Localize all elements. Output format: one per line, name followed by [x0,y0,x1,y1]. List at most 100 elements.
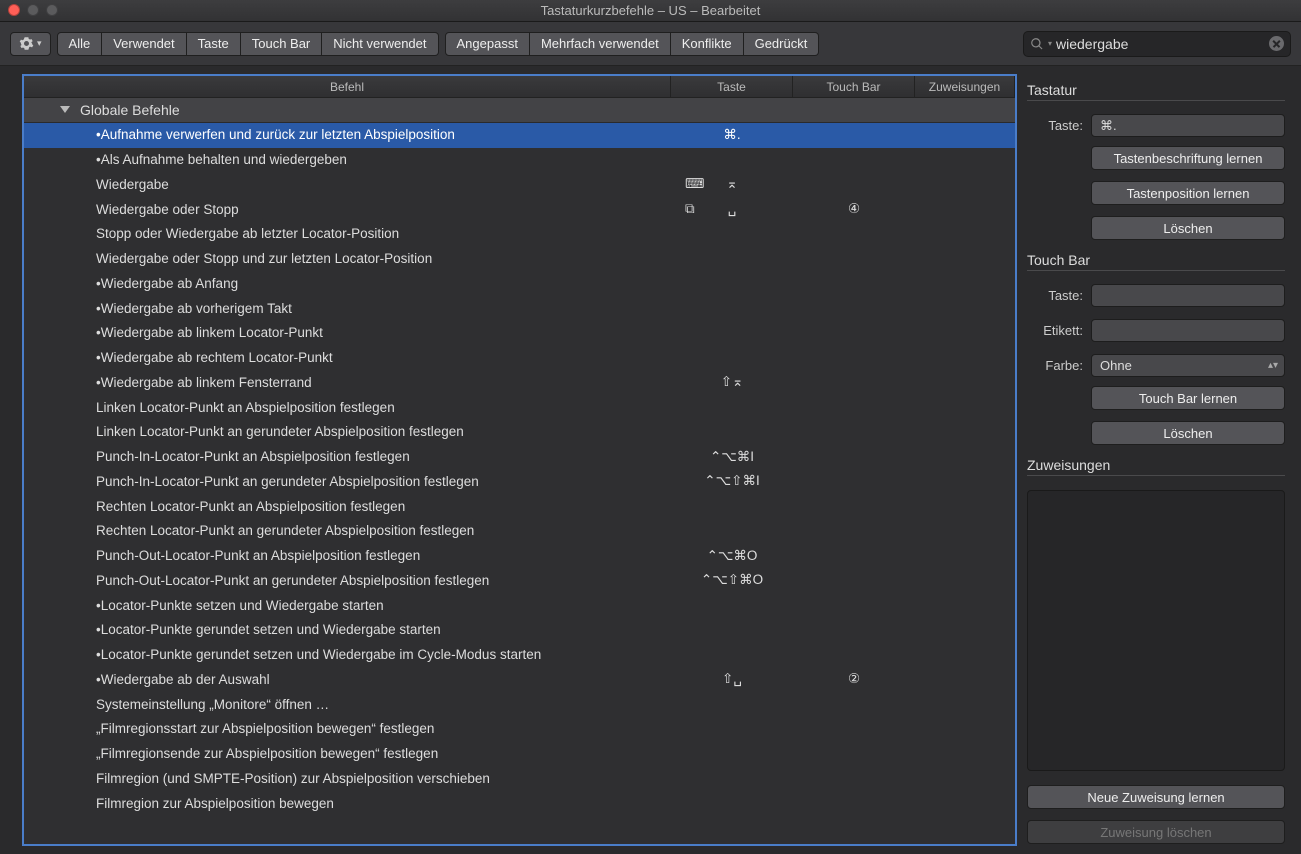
command-row[interactable]: •Locator-Punkte gerundet setzen und Wied… [24,618,1015,643]
command-label: Systemeinstellung „Monitore“ öffnen … [96,697,671,712]
touchbar-etikett-input[interactable] [1091,319,1285,342]
key-cell: ⌃⌥⇧⌘I [671,473,793,489]
touchbar-taste-input[interactable] [1091,284,1285,307]
command-row[interactable]: •Wiedergabe ab rechtem Locator-Punkt [24,346,1015,371]
inspector-panel: Tastatur Taste: ⌘. Tastenbeschriftung le… [1017,66,1301,854]
keyboard-taste-label: Taste: [1027,118,1083,133]
keyboard-taste-input[interactable]: ⌘. [1091,114,1285,137]
disclosure-triangle-icon[interactable] [60,106,70,113]
filter-gedrückt[interactable]: Gedrückt [744,32,820,56]
command-row[interactable]: Rechten Locator-Punkt an gerundeter Absp… [24,519,1015,544]
command-label: •Wiedergabe ab Anfang [96,276,671,291]
filter-angepasst[interactable]: Angepasst [445,32,530,56]
touchbar-taste-label: Taste: [1027,288,1083,303]
command-row[interactable]: Rechten Locator-Punkt an Abspielposition… [24,494,1015,519]
command-label: •Wiedergabe ab rechtem Locator-Punkt [96,350,671,365]
command-label: Filmregion zur Abspielposition bewegen [96,796,671,811]
command-label: •Wiedergabe ab linkem Fensterrand [96,375,671,390]
filter-mehrfach-verwendet[interactable]: Mehrfach verwendet [530,32,671,56]
command-label: •Locator-Punkte gerundet setzen und Wied… [96,647,671,662]
keyboard-delete-button[interactable]: Löschen [1091,216,1285,240]
table-header: Befehl Taste Touch Bar Zuweisungen [24,76,1015,98]
command-row[interactable]: •Wiedergabe ab linkem Locator-Punkt [24,321,1015,346]
titlebar: Tastaturkurzbefehle – US – Bearbeitet [0,0,1301,22]
command-row[interactable]: Filmregion zur Abspielposition bewegen [24,791,1015,816]
command-row[interactable]: Filmregion (und SMPTE-Position) zur Absp… [24,767,1015,792]
command-row[interactable]: •Als Aufnahme behalten und wiedergeben [24,148,1015,173]
learn-touchbar-button[interactable]: Touch Bar lernen [1091,386,1285,410]
filter-taste[interactable]: Taste [187,32,241,56]
command-row[interactable]: •Wiedergabe ab vorherigem Takt [24,296,1015,321]
command-row[interactable]: Wiedergabe oder Stopp⧉␣④ [24,197,1015,222]
column-zuweisungen[interactable]: Zuweisungen [915,76,1015,97]
filter-konflikte[interactable]: Konflikte [671,32,744,56]
section-assignments: Zuweisungen [1027,457,1285,476]
clear-search-button[interactable] [1269,36,1284,51]
learn-new-assignment-button[interactable]: Neue Zuweisung lernen [1027,785,1285,809]
command-label: Rechten Locator-Punkt an Abspielposition… [96,499,671,514]
group-label: Globale Befehle [52,102,180,118]
touchbar-farbe-value: Ohne [1100,358,1132,373]
command-row[interactable]: „Filmregionsende zur Abspielposition bew… [24,742,1015,767]
command-row[interactable]: Stopp oder Wiedergabe ab letzter Locator… [24,222,1015,247]
group-row[interactable]: Globale Befehle [24,98,1015,123]
filter-nicht-verwendet[interactable]: Nicht verwendet [322,32,438,56]
command-row[interactable]: •Locator-Punkte setzen und Wiedergabe st… [24,593,1015,618]
search-input[interactable] [1056,36,1265,52]
command-label: Stopp oder Wiedergabe ab letzter Locator… [96,226,671,241]
touchbar-farbe-label: Farbe: [1027,358,1083,373]
command-label: Linken Locator-Punkt an gerundeter Abspi… [96,424,671,439]
minimize-window-button[interactable] [27,4,39,16]
key-cell: ⇧␣ [671,671,793,687]
learn-key-label-button[interactable]: Tastenbeschriftung lernen [1091,146,1285,170]
learn-key-position-button[interactable]: Tastenposition lernen [1091,181,1285,205]
command-row[interactable]: Punch-Out-Locator-Punkt an gerundeter Ab… [24,569,1015,594]
command-label: Punch-In-Locator-Punkt an gerundeter Abs… [96,474,671,489]
command-table[interactable]: Befehl Taste Touch Bar Zuweisungen Globa… [22,74,1017,846]
command-row[interactable]: Punch-In-Locator-Punkt an gerundeter Abs… [24,470,1015,495]
zoom-window-button[interactable] [46,4,58,16]
command-label: Punch-In-Locator-Punkt an Abspielpositio… [96,449,671,464]
command-tree[interactable]: Globale Befehle •Aufnahme verwerfen und … [24,98,1015,844]
command-label: Wiedergabe oder Stopp und zur letzten Lo… [96,251,671,266]
assignments-list[interactable] [1027,490,1285,771]
touchbar-cell: ④ [793,201,915,217]
filter-segment-2: AngepasstMehrfach verwendetKonflikteGedr… [445,32,820,56]
command-row[interactable]: Linken Locator-Punkt an gerundeter Abspi… [24,420,1015,445]
command-row[interactable]: Punch-In-Locator-Punkt an Abspielpositio… [24,445,1015,470]
command-row[interactable]: •Wiedergabe ab der Auswahl⇧␣② [24,668,1015,693]
command-row[interactable]: Systemeinstellung „Monitore“ öffnen … [24,692,1015,717]
close-window-button[interactable] [8,4,20,16]
command-label: •Wiedergabe ab vorherigem Takt [96,301,671,316]
command-row[interactable]: •Wiedergabe ab Anfang [24,272,1015,297]
command-label: •Locator-Punkte gerundet setzen und Wied… [96,622,671,637]
search-menu-caret-icon[interactable]: ▾ [1048,39,1052,48]
command-row[interactable]: •Aufnahme verwerfen und zurück zur letzt… [24,123,1015,148]
command-row[interactable]: •Locator-Punkte gerundet setzen und Wied… [24,643,1015,668]
command-label: Filmregion (und SMPTE-Position) zur Absp… [96,771,671,786]
filter-touch-bar[interactable]: Touch Bar [241,32,323,56]
column-touchbar[interactable]: Touch Bar [793,76,915,97]
key-cell: ⌘. [671,127,793,143]
column-taste[interactable]: Taste [671,76,793,97]
filter-verwendet[interactable]: Verwendet [102,32,186,56]
touchbar-delete-button[interactable]: Löschen [1091,421,1285,445]
key-cell: ⌃⌥⌘O [671,548,793,564]
command-row[interactable]: „Filmregionsstart zur Abspielposition be… [24,717,1015,742]
options-menu-button[interactable]: ▾ [10,32,51,56]
command-row[interactable]: Wiedergabe oder Stopp und zur letzten Lo… [24,247,1015,272]
command-label: Wiedergabe oder Stopp [96,202,671,217]
touchbar-etikett-label: Etikett: [1027,323,1083,338]
command-row[interactable]: Linken Locator-Punkt an Abspielposition … [24,395,1015,420]
command-row[interactable]: •Wiedergabe ab linkem Fensterrand⇧⌅ [24,371,1015,396]
traffic-lights [8,4,58,16]
filter-alle[interactable]: Alle [57,32,103,56]
section-touchbar: Touch Bar [1027,252,1285,271]
search-field[interactable]: ▾ [1023,31,1291,57]
command-label: Rechten Locator-Punkt an gerundeter Absp… [96,523,671,538]
column-command[interactable]: Befehl [24,76,671,97]
command-row[interactable]: Punch-Out-Locator-Punkt an Abspielpositi… [24,544,1015,569]
command-row[interactable]: Wiedergabe⌨⌅ [24,173,1015,198]
touchbar-farbe-select[interactable]: Ohne ▴▾ [1091,354,1285,377]
select-arrows-icon: ▴▾ [1268,360,1278,371]
